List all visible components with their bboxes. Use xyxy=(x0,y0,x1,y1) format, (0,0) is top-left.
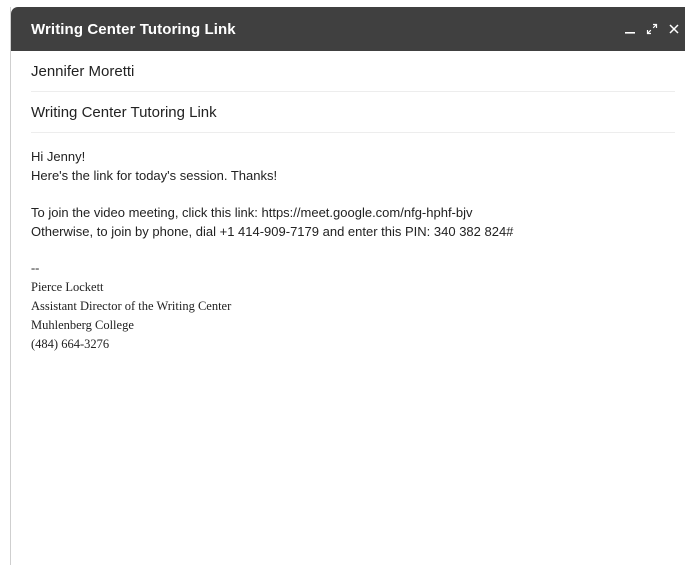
signature: -- Pierce Lockett Assistant Director of … xyxy=(31,259,665,354)
phone-dial-line: Otherwise, to join by phone, dial +1 414… xyxy=(31,224,514,239)
video-meeting-line: To join the video meeting, click this li… xyxy=(31,205,473,220)
expand-icon[interactable] xyxy=(643,17,661,41)
recipient-name: Jennifer Moretti xyxy=(31,62,135,80)
signature-separator: -- xyxy=(31,261,40,275)
message-body[interactable]: Hi Jenny! Here's the link for today's se… xyxy=(11,133,685,354)
window-controls xyxy=(617,7,685,51)
close-icon[interactable] xyxy=(665,17,683,41)
signature-name: Pierce Lockett xyxy=(31,280,104,294)
signature-title: Assistant Director of the Writing Center xyxy=(31,299,232,313)
minimize-icon[interactable] xyxy=(621,17,639,41)
subject-field[interactable]: Writing Center Tutoring Link xyxy=(31,92,675,133)
recipients-field[interactable]: Jennifer Moretti xyxy=(31,51,675,92)
compose-window: Writing Center Tutoring Link Jennifer Mo… xyxy=(10,7,685,565)
signature-phone: (484) 664-3276 xyxy=(31,337,110,351)
subject-text: Writing Center Tutoring Link xyxy=(31,103,217,121)
greeting-line: Hi Jenny! xyxy=(31,149,86,164)
body-line: Here's the link for today's session. Tha… xyxy=(31,168,278,183)
compose-titlebar[interactable]: Writing Center Tutoring Link xyxy=(11,7,685,51)
signature-org: Muhlenberg College xyxy=(31,318,134,332)
compose-title: Writing Center Tutoring Link xyxy=(31,20,236,38)
